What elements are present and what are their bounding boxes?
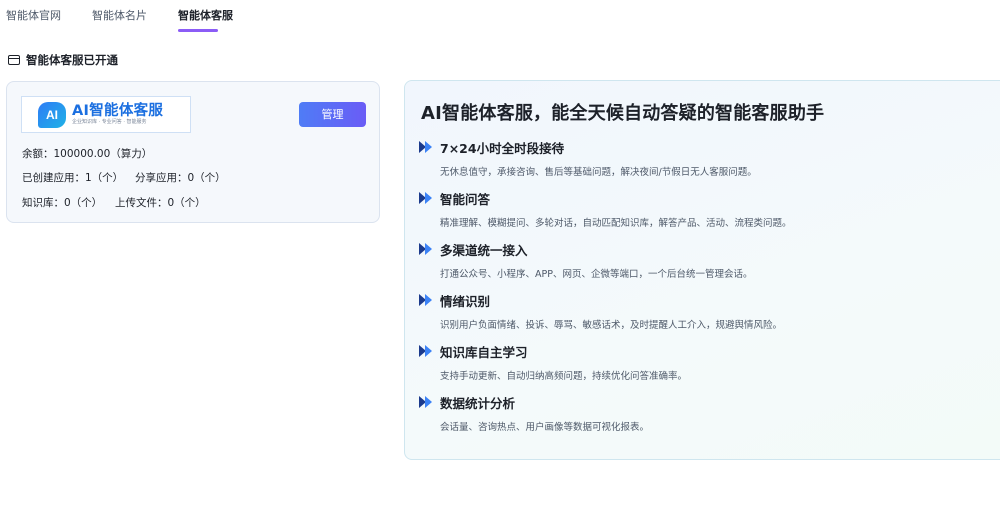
double-chevron-icon — [419, 344, 433, 358]
double-chevron-icon — [419, 395, 433, 409]
double-chevron-icon — [419, 293, 433, 307]
feature-desc: 精准理解、模糊提问、多轮对话，自动匹配知识库，解答产品、活动、流程类问题。 — [440, 218, 792, 229]
feature-desc: 会话量、咨询热点、用户画像等数据可视化报表。 — [440, 422, 650, 433]
balance-text: 余额：100000.00（算力） — [22, 148, 153, 160]
feature-item: 多渠道统一接入 打通公众号、小程序、APP、网页、企微等端口，一个后台统一管理会… — [419, 241, 979, 280]
apps-created-text: 已创建应用：1（个） — [22, 172, 124, 184]
feature-desc: 无休息值守，承接咨询、售后等基础问题，解决夜间/节假日无人客服问题。 — [440, 167, 757, 178]
feature-title: 数据统计分析 — [440, 395, 516, 411]
knowledge-base-text: 知识库：0（个） — [22, 197, 103, 209]
section-title: 智能体客服已开通 — [26, 53, 118, 67]
ai-chat-icon: AI — [38, 100, 68, 130]
feature-title: 7×24小时全时段接待 — [440, 140, 565, 156]
double-chevron-icon — [419, 140, 433, 154]
feature-item: 情绪识别 识别用户负面情绪、投诉、辱骂、敏感话术，及时提醒人工介入，规避舆情风险… — [419, 292, 979, 331]
intro-title: AI智能体客服，能全天候自动答疑的智能客服助手 — [421, 103, 825, 124]
feature-item: 知识库自主学习 支持手动更新、自动归纳高频问题，持续优化问答准确率。 — [419, 343, 979, 382]
feature-title: 智能问答 — [440, 191, 491, 207]
feature-title: 知识库自主学习 — [440, 344, 528, 360]
tab-business-card[interactable]: 智能体名片 — [92, 0, 178, 34]
feature-title: 情绪识别 — [440, 293, 491, 309]
service-status-card: AI AI智能体客服 企业知识库 · 专业问答 · 智能服务 管理 余额：100… — [6, 81, 380, 223]
feature-desc: 识别用户负面情绪、投诉、辱骂、敏感话术，及时提醒人工介入，规避舆情风险。 — [440, 320, 783, 331]
card-icon — [8, 55, 20, 65]
logo-title: AI智能体客服 — [72, 103, 164, 119]
uploaded-files-text: 上传文件：0（个） — [115, 197, 206, 209]
product-logo: AI AI智能体客服 企业知识库 · 专业问答 · 智能服务 — [21, 96, 191, 133]
tab-customer-service[interactable]: 智能体客服 — [178, 0, 268, 34]
feature-desc: 支持手动更新、自动归纳高频问题，持续优化问答准确率。 — [440, 371, 688, 382]
feature-desc: 打通公众号、小程序、APP、网页、企微等端口，一个后台统一管理会话。 — [440, 269, 753, 280]
feature-item: 7×24小时全时段接待 无休息值守，承接咨询、售后等基础问题，解决夜间/节假日无… — [419, 139, 979, 178]
logo-subtitle: 企业知识库 · 专业问答 · 智能服务 — [72, 119, 147, 125]
double-chevron-icon — [419, 242, 433, 256]
apps-shared-text: 分享应用：0（个） — [135, 172, 226, 184]
intro-panel: AI智能体客服，能全天候自动答疑的智能客服助手 7×24小时全时段接待 无休息值… — [404, 80, 1000, 460]
feature-title: 多渠道统一接入 — [440, 242, 528, 258]
tab-official-site[interactable]: 智能体官网 — [6, 0, 92, 34]
top-tabs: 智能体官网 智能体名片 智能体客服 — [6, 0, 268, 34]
feature-item: 数据统计分析 会话量、咨询热点、用户画像等数据可视化报表。 — [419, 394, 979, 433]
double-chevron-icon — [419, 191, 433, 205]
feature-item: 智能问答 精准理解、模糊提问、多轮对话，自动匹配知识库，解答产品、活动、流程类问… — [419, 190, 979, 229]
manage-button[interactable]: 管理 — [299, 102, 366, 127]
section-header: 智能体客服已开通 — [8, 52, 118, 68]
